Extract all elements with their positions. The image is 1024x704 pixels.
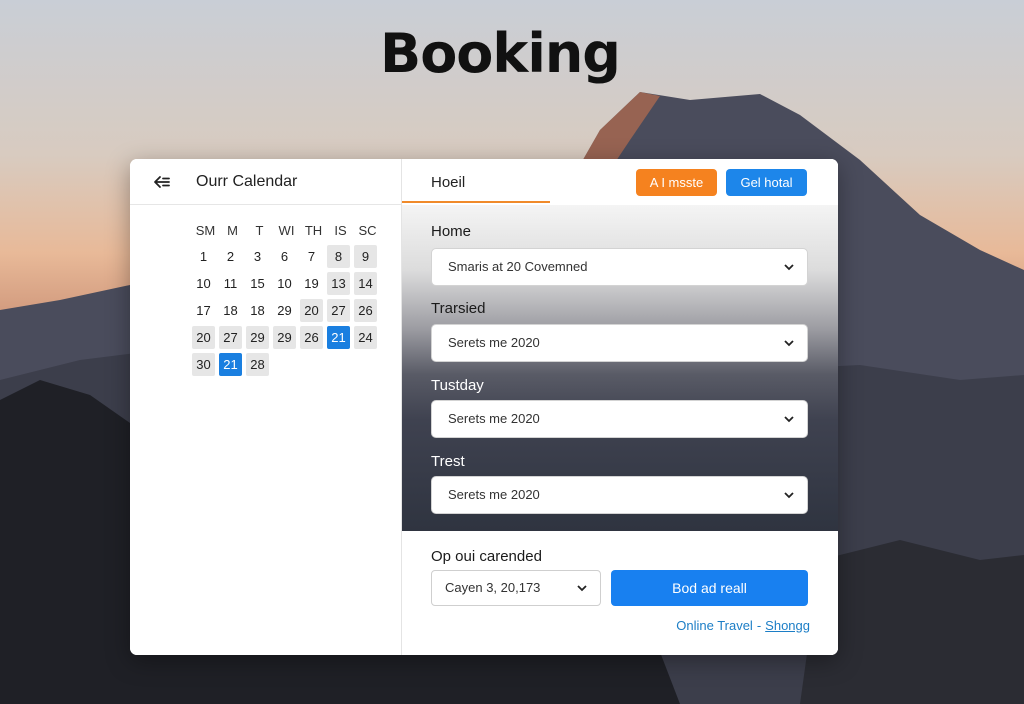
calendar-week: 20 27 29 29 26 21 24 — [192, 326, 381, 349]
date-value: Cayen 3, 20,173 — [445, 580, 541, 595]
weekday-label: IS — [334, 223, 347, 238]
calendar-week: 10 11 15 10 19 13 14 — [192, 272, 381, 295]
orange-action-button[interactable]: A I msste — [636, 169, 717, 196]
calendar-day[interactable]: 27 — [327, 299, 350, 322]
weekday-label: TH — [304, 223, 323, 238]
calendar-day[interactable]: 19 — [300, 272, 323, 295]
calendar-section-label: Op oui carended — [431, 548, 542, 565]
calendar-day[interactable]: 18 — [219, 299, 242, 322]
calendar-day[interactable]: 8 — [327, 245, 350, 268]
shong-link[interactable]: Shongg — [765, 618, 810, 633]
select-value: Serets me 2020 — [448, 411, 540, 426]
calendar-day-selected[interactable]: 21 — [327, 326, 350, 349]
calendar-day[interactable]: 20 — [192, 326, 215, 349]
calendar-day[interactable]: 7 — [300, 245, 323, 268]
calendar-day[interactable]: 24 — [354, 326, 377, 349]
calendar-day[interactable]: 10 — [192, 272, 215, 295]
form-fields: Home Smaris at 20 Covemned Trarsied Sere… — [402, 205, 838, 531]
back-arrow-icon[interactable] — [152, 172, 172, 192]
booking-form-panel: Hoeil A I msste Gel hotal Home Smaris at… — [402, 159, 838, 655]
calendar-day[interactable]: 30 — [192, 353, 215, 376]
weekday-label: WI — [278, 223, 295, 238]
booking-card: Ourr Calendar SM M T WI TH IS SC 1 2 3 6… — [130, 159, 838, 655]
weekday-label: SC — [358, 223, 377, 238]
online-travel-link[interactable]: Online Travel — [676, 618, 753, 633]
chevron-down-icon — [784, 340, 794, 347]
active-tab-indicator — [402, 201, 550, 203]
tab-hotel[interactable]: Hoeil — [431, 174, 465, 191]
weekday-label: SM — [195, 223, 216, 238]
date-select[interactable]: Cayen 3, 20,173 — [431, 570, 601, 606]
calendar-day-selected[interactable]: 21 — [219, 353, 242, 376]
booking-footer: Op oui carended Cayen 3, 20,173 Bod ad r… — [402, 531, 838, 655]
calendar-day[interactable]: 29 — [273, 326, 296, 349]
chevron-down-icon — [784, 492, 794, 499]
calendar-day[interactable]: 28 — [246, 353, 269, 376]
chevron-down-icon — [784, 264, 794, 271]
calendar-week: 30 21 28 — [192, 353, 381, 376]
tuesday-select[interactable]: Serets me 2020 — [431, 400, 808, 438]
get-hotel-button[interactable]: Gel hotal — [726, 169, 807, 196]
page-title: Booking — [380, 22, 621, 85]
calendar-day[interactable]: 15 — [246, 272, 269, 295]
form-header: Hoeil A I msste Gel hotal — [402, 159, 838, 205]
weekday-label: T — [255, 223, 264, 238]
weekday-header-row: SM M T WI TH IS SC — [192, 221, 381, 241]
select-value: Serets me 2020 — [448, 335, 540, 350]
book-button[interactable]: Bod ad reall — [611, 570, 808, 606]
calendar-grid: SM M T WI TH IS SC 1 2 3 6 7 8 9 10 11 1… — [192, 221, 381, 376]
field-label: Trest — [431, 453, 465, 470]
select-value: Serets me 2020 — [448, 487, 540, 502]
calendar-day[interactable]: 2 — [219, 245, 242, 268]
calendar-day[interactable]: 18 — [246, 299, 269, 322]
calendar-day[interactable]: 13 — [327, 272, 350, 295]
calendar-day[interactable]: 14 — [354, 272, 377, 295]
weekday-label: M — [227, 223, 238, 238]
chevron-down-icon — [577, 585, 587, 592]
chevron-down-icon — [784, 416, 794, 423]
calendar-day[interactable]: 1 — [192, 245, 215, 268]
calendar-panel: Ourr Calendar SM M T WI TH IS SC 1 2 3 6… — [130, 159, 402, 655]
calendar-day[interactable]: 6 — [273, 245, 296, 268]
calendar-day[interactable]: 3 — [246, 245, 269, 268]
calendar-day[interactable]: 26 — [354, 299, 377, 322]
calendar-day[interactable]: 27 — [219, 326, 242, 349]
field-label: Trarsied — [431, 300, 486, 317]
calendar-day[interactable]: 11 — [219, 272, 242, 295]
calendar-week: 17 18 18 29 20 27 26 — [192, 299, 381, 322]
trest-select[interactable]: Serets me 2020 — [431, 476, 808, 514]
calendar-day[interactable]: 10 — [273, 272, 296, 295]
calendar-day[interactable]: 9 — [354, 245, 377, 268]
home-select[interactable]: Smaris at 20 Covemned — [431, 248, 808, 286]
calendar-day[interactable]: 29 — [246, 326, 269, 349]
calendar-day[interactable]: 20 — [300, 299, 323, 322]
transit-select[interactable]: Serets me 2020 — [431, 324, 808, 362]
calendar-week: 1 2 3 6 7 8 9 — [192, 245, 381, 268]
calendar-day[interactable]: 29 — [273, 299, 296, 322]
field-label: Tustday — [431, 377, 484, 394]
footer-separator: - — [756, 618, 762, 633]
footer-link: Online Travel - Shongg — [676, 618, 810, 633]
calendar-day[interactable]: 17 — [192, 299, 215, 322]
calendar-title: Ourr Calendar — [196, 173, 298, 190]
field-label: Home — [431, 223, 472, 240]
calendar-header: Ourr Calendar — [130, 159, 402, 205]
select-value: Smaris at 20 Covemned — [448, 259, 588, 274]
calendar-day[interactable]: 26 — [300, 326, 323, 349]
